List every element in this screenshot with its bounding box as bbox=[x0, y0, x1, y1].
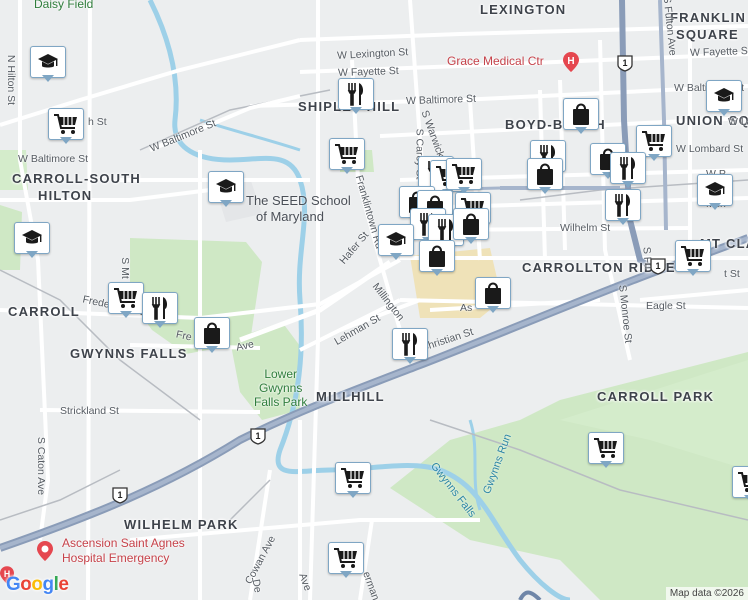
shopping-bag-icon bbox=[461, 212, 481, 236]
label-w-baltimore: W Baltimore St bbox=[405, 92, 477, 108]
shopping-cart-icon bbox=[340, 467, 366, 489]
school-icon bbox=[215, 177, 237, 197]
google-logo: Google bbox=[6, 574, 69, 595]
label-franklin: FRANKLIN bbox=[670, 10, 747, 25]
label-w-fayette-east: W Fayette St bbox=[689, 44, 748, 60]
shopping-cart-pin[interactable] bbox=[446, 158, 484, 194]
label-eagle-st: Eagle St bbox=[646, 300, 686, 312]
restaurant-pin[interactable] bbox=[605, 189, 643, 225]
restaurant-pin[interactable] bbox=[338, 78, 376, 114]
label-lower-gwynns-falls-park: Lower Gwynns Falls Park bbox=[254, 367, 308, 409]
school-pin[interactable] bbox=[14, 222, 52, 258]
shopping-bag-pin[interactable] bbox=[419, 240, 457, 276]
school-icon bbox=[385, 230, 407, 250]
route-shield-icon: 1 bbox=[250, 428, 266, 445]
label-carroll: CARROLL bbox=[8, 304, 80, 319]
shopping-cart-icon bbox=[641, 130, 667, 152]
shopping-cart-pin[interactable] bbox=[108, 282, 146, 318]
svg-text:1: 1 bbox=[117, 490, 122, 500]
shopping-bag-icon bbox=[427, 244, 447, 268]
shopping-cart-pin[interactable] bbox=[588, 432, 626, 468]
shopping-cart-icon bbox=[680, 245, 706, 267]
restaurant-pin[interactable] bbox=[610, 152, 648, 188]
shopping-cart-pin[interactable] bbox=[675, 240, 713, 276]
shopping-bag-pin[interactable] bbox=[527, 158, 565, 194]
school-icon bbox=[704, 180, 726, 200]
label-w-la: W La bbox=[728, 116, 748, 128]
school-pin[interactable] bbox=[208, 171, 246, 207]
label-carroll-south: CARROLL-SOUTH bbox=[12, 171, 141, 186]
restaurant-icon bbox=[618, 156, 638, 180]
school-icon bbox=[713, 86, 735, 106]
shopping-bag-icon bbox=[535, 162, 555, 186]
label-w-fayette: W Fayette St bbox=[337, 64, 399, 80]
label-w-lombard: W Lombard St bbox=[676, 143, 744, 155]
map-attribution[interactable]: Map data ©2026 bbox=[665, 587, 748, 600]
school-icon bbox=[21, 228, 43, 248]
label-hilton: HILTON bbox=[38, 188, 93, 203]
label-lexington: LEXINGTON bbox=[480, 2, 567, 17]
label-seed-school: The SEED School of Maryland bbox=[246, 193, 351, 224]
label-de: De bbox=[249, 578, 264, 594]
school-pin[interactable] bbox=[697, 174, 735, 210]
label-ascension[interactable]: Ascension Saint Agnes Hospital Emergency bbox=[62, 536, 185, 566]
restaurant-pin[interactable] bbox=[142, 292, 180, 328]
school-pin[interactable] bbox=[378, 224, 416, 260]
label-t-st: t St bbox=[724, 268, 740, 280]
shopping-bag-pin[interactable] bbox=[453, 208, 491, 244]
shopping-cart-pin[interactable] bbox=[329, 138, 367, 174]
restaurant-icon bbox=[400, 332, 420, 356]
label-s-mt: S Mt bbox=[118, 257, 131, 279]
label-carroll-park: CARROLL PARK bbox=[597, 389, 715, 404]
shopping-bag-pin[interactable] bbox=[563, 98, 601, 134]
restaurant-icon bbox=[150, 296, 170, 320]
svg-text:1: 1 bbox=[255, 431, 260, 441]
route-shield-icon: 1 bbox=[112, 487, 128, 504]
school-pin[interactable] bbox=[30, 46, 68, 82]
hospital-marker-icon[interactable] bbox=[37, 541, 53, 561]
label-millhill: MILLHILL bbox=[316, 389, 385, 404]
shopping-bag-icon bbox=[571, 102, 591, 126]
shopping-cart-pin[interactable] bbox=[732, 466, 748, 502]
label-wilhelm-park: WILHELM PARK bbox=[124, 517, 239, 532]
shopping-cart-icon bbox=[737, 471, 748, 493]
shopping-bag-pin[interactable] bbox=[475, 277, 513, 313]
route-shield-icon: 1 bbox=[650, 258, 666, 275]
svg-text:1: 1 bbox=[622, 58, 627, 68]
school-icon bbox=[37, 52, 59, 72]
shopping-cart-icon bbox=[334, 143, 360, 165]
shopping-cart-pin[interactable] bbox=[328, 542, 366, 578]
label-daisy-field: Daisy Field bbox=[34, 0, 94, 11]
map-canvas[interactable]: LEXINGTON FRANKLIN SQUARE SHIPLEY HILL B… bbox=[0, 0, 748, 600]
svg-text:H: H bbox=[567, 56, 574, 67]
school-pin[interactable] bbox=[706, 80, 744, 116]
shopping-cart-icon bbox=[451, 163, 477, 185]
shopping-cart-pin[interactable] bbox=[48, 108, 86, 144]
label-s-caton-ave: S Caton Ave bbox=[35, 436, 48, 496]
shopping-cart-icon bbox=[113, 287, 139, 309]
shopping-cart-icon bbox=[53, 113, 79, 135]
label-n-hilton: N Hilton St bbox=[5, 54, 18, 106]
label-grace-medical[interactable]: Grace Medical Ctr bbox=[447, 54, 544, 68]
shopping-cart-pin[interactable] bbox=[335, 462, 373, 498]
restaurant-icon bbox=[346, 82, 366, 106]
label-square: SQUARE bbox=[676, 27, 739, 42]
shopping-cart-icon bbox=[333, 547, 359, 569]
shopping-bag-pin[interactable] bbox=[194, 317, 232, 353]
route-shield-icon: 1 bbox=[617, 55, 633, 72]
restaurant-pin[interactable] bbox=[392, 328, 430, 364]
label-ash: As bbox=[460, 302, 473, 314]
shopping-cart-icon bbox=[593, 437, 619, 459]
label-gwynns-falls: GWYNNS FALLS bbox=[70, 346, 188, 361]
svg-text:1: 1 bbox=[655, 261, 660, 271]
label-strickland-st: Strickland St bbox=[60, 405, 119, 417]
restaurant-icon bbox=[613, 193, 633, 217]
hospital-marker-icon[interactable]: H bbox=[563, 52, 579, 72]
shopping-bag-icon bbox=[202, 321, 222, 345]
label-h-st: h St bbox=[88, 116, 107, 128]
shopping-bag-icon bbox=[483, 281, 503, 305]
label-wilhelm-st: Wilhelm St bbox=[560, 222, 611, 234]
label-w-baltimore-west: W Baltimore St bbox=[18, 153, 89, 165]
